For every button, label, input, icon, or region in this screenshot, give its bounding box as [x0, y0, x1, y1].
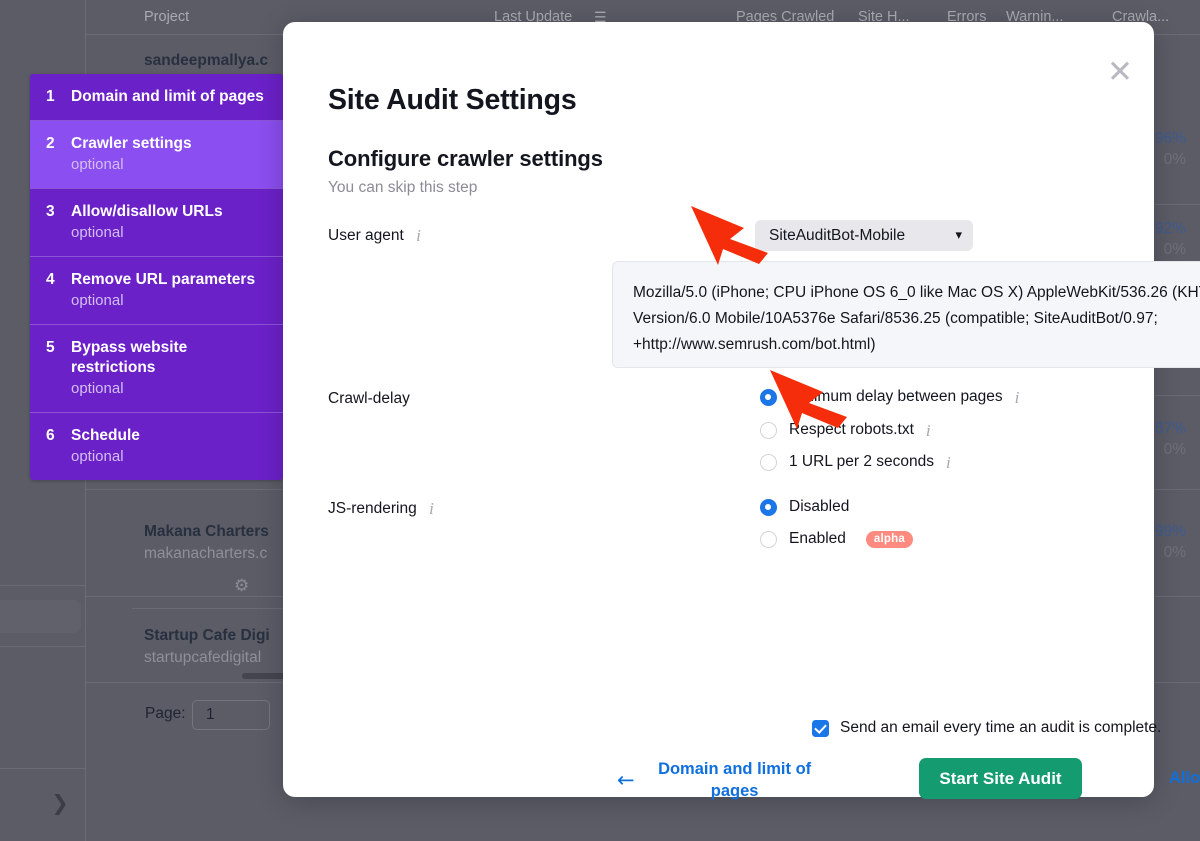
user-agent-label-text: User agent — [328, 227, 404, 244]
step-number: 3 — [46, 202, 57, 222]
next-step-label: Allow/disallow URLs — [1169, 767, 1200, 811]
chevron-right-icon[interactable]: ❯ — [50, 793, 70, 813]
previous-step-label: Domain and limit of pages — [651, 758, 819, 802]
info-icon[interactable]: i — [429, 500, 434, 517]
pagination-label: Page: — [145, 705, 186, 723]
site-health-delta: 0% — [1155, 441, 1186, 459]
step-subtitle: optional — [71, 447, 267, 467]
radio-indicator — [760, 454, 777, 471]
radio-indicator — [760, 499, 777, 516]
checkbox-indicator — [812, 720, 829, 737]
sidebar-step-5[interactable]: 5 Bypass website restrictions optional — [30, 325, 283, 413]
radio-one-url-per-two-seconds[interactable]: 1 URL per 2 seconds i — [760, 453, 951, 471]
section-hint: You can skip this step — [328, 179, 477, 197]
user-agent-label: User agent i — [328, 227, 421, 245]
project-url: startupcafedigital — [144, 649, 270, 667]
project-name[interactable]: Makana Charters — [144, 523, 269, 541]
chevron-down-icon: ▾ — [955, 228, 962, 243]
step-number: 1 — [46, 87, 57, 107]
radio-respect-robots[interactable]: Respect robots.txt i — [760, 421, 931, 439]
step-title: Bypass website restrictions — [71, 338, 267, 378]
table-row[interactable]: 99% 0% — [1155, 523, 1186, 562]
project-url: makanacharters.c — [144, 545, 269, 563]
step-title: Crawler settings — [71, 134, 267, 154]
previous-step-link[interactable]: ← Domain and limit of pages — [617, 758, 819, 802]
site-audit-settings-modal: ✕ Site Audit Settings Configure crawler … — [283, 22, 1154, 797]
radio-label: Minimum delay between pages — [789, 388, 1003, 406]
setup-steps-sidebar: 1 Domain and limit of pages 2 Crawler se… — [30, 74, 283, 480]
table-row[interactable]: 92% 0% — [1155, 220, 1186, 259]
radio-label: Respect robots.txt — [789, 421, 914, 439]
page-title: Site Audit Settings — [328, 84, 576, 117]
table-row[interactable]: 96% 0% — [1155, 130, 1186, 169]
sidebar-step-4[interactable]: 4 Remove URL parameters optional — [30, 257, 283, 325]
step-title: Remove URL parameters — [71, 270, 267, 290]
email-notification-checkbox[interactable]: Send an email every time an audit is com… — [812, 719, 1161, 737]
step-subtitle: optional — [71, 379, 267, 399]
alpha-badge: alpha — [866, 531, 913, 548]
table-row[interactable]: Makana Charters makanacharters.c — [144, 523, 269, 563]
step-subtitle: optional — [71, 223, 267, 243]
step-subtitle: optional — [71, 291, 267, 311]
sidebar-step-1[interactable]: 1 Domain and limit of pages — [30, 74, 283, 121]
pagination-input[interactable]: 1 — [192, 700, 270, 730]
js-rendering-label-text: JS-rendering — [328, 500, 417, 517]
table-row[interactable]: Startup Cafe Digi startupcafedigital — [144, 627, 270, 667]
column-header-project[interactable]: Project — [144, 9, 189, 25]
project-name: sandeepmallya.c — [144, 52, 268, 70]
site-health-value: 99% — [1155, 523, 1186, 541]
step-number: 4 — [46, 270, 57, 290]
crawl-delay-label: Crawl-delay — [328, 390, 410, 408]
site-health-value: 96% — [1155, 130, 1186, 148]
step-subtitle: optional — [71, 155, 267, 175]
radio-indicator — [760, 422, 777, 439]
checkbox-label: Send an email every time an audit is com… — [840, 719, 1161, 737]
radio-indicator — [760, 389, 777, 406]
radio-label: 1 URL per 2 seconds — [789, 453, 934, 471]
site-health-delta: 0% — [1155, 544, 1186, 562]
sidebar-step-6[interactable]: 6 Schedule optional — [30, 413, 283, 480]
step-number: 5 — [46, 338, 57, 358]
step-number: 6 — [46, 426, 57, 446]
step-title: Allow/disallow URLs — [71, 202, 267, 222]
radio-js-disabled[interactable]: Disabled — [760, 498, 849, 516]
radio-minimum-delay[interactable]: Minimum delay between pages i — [760, 388, 1019, 406]
site-health-value: 92% — [1155, 220, 1186, 238]
section-title: Configure crawler settings — [328, 146, 603, 172]
table-row[interactable]: 87% 0% — [1155, 420, 1186, 459]
step-title: Schedule — [71, 426, 267, 446]
user-agent-selected-value: SiteAuditBot-Mobile — [769, 227, 905, 245]
table-row[interactable]: sandeepmallya.c — [144, 52, 268, 70]
radio-label: Disabled — [789, 498, 849, 516]
info-icon[interactable]: i — [926, 422, 931, 439]
info-icon[interactable]: i — [416, 227, 421, 244]
info-icon[interactable]: i — [946, 454, 951, 471]
arrow-left-icon: ← — [617, 770, 635, 791]
site-health-delta: 0% — [1155, 151, 1186, 169]
step-number: 2 — [46, 134, 57, 154]
project-name[interactable]: Startup Cafe Digi — [144, 627, 270, 645]
step-title: Domain and limit of pages — [71, 87, 267, 107]
next-step-link[interactable]: Allow/disallow URLs → — [1169, 767, 1200, 811]
user-agent-select[interactable]: SiteAuditBot-Mobile ▾ — [755, 220, 973, 251]
radio-indicator — [760, 531, 777, 548]
site-health-delta: 0% — [1155, 241, 1186, 259]
gear-icon[interactable]: ⚙ — [234, 577, 252, 595]
radio-label: Enabled — [789, 530, 846, 548]
sidebar-step-3[interactable]: 3 Allow/disallow URLs optional — [30, 189, 283, 257]
user-agent-string: Mozilla/5.0 (iPhone; CPU iPhone OS 6_0 l… — [612, 261, 1200, 368]
site-health-value: 87% — [1155, 420, 1186, 438]
screen: ❯ Project Last Update ☰ Pages Crawled Si… — [0, 0, 1200, 841]
close-icon[interactable]: ✕ — [1103, 56, 1137, 90]
sidebar-step-2[interactable]: 2 Crawler settings optional — [30, 121, 283, 189]
info-icon[interactable]: i — [1015, 389, 1020, 406]
radio-js-enabled[interactable]: Enabled alpha — [760, 530, 913, 548]
js-rendering-label: JS-rendering i — [328, 500, 434, 518]
start-site-audit-button[interactable]: Start Site Audit — [919, 758, 1082, 799]
rail-selected-item[interactable] — [0, 600, 81, 633]
